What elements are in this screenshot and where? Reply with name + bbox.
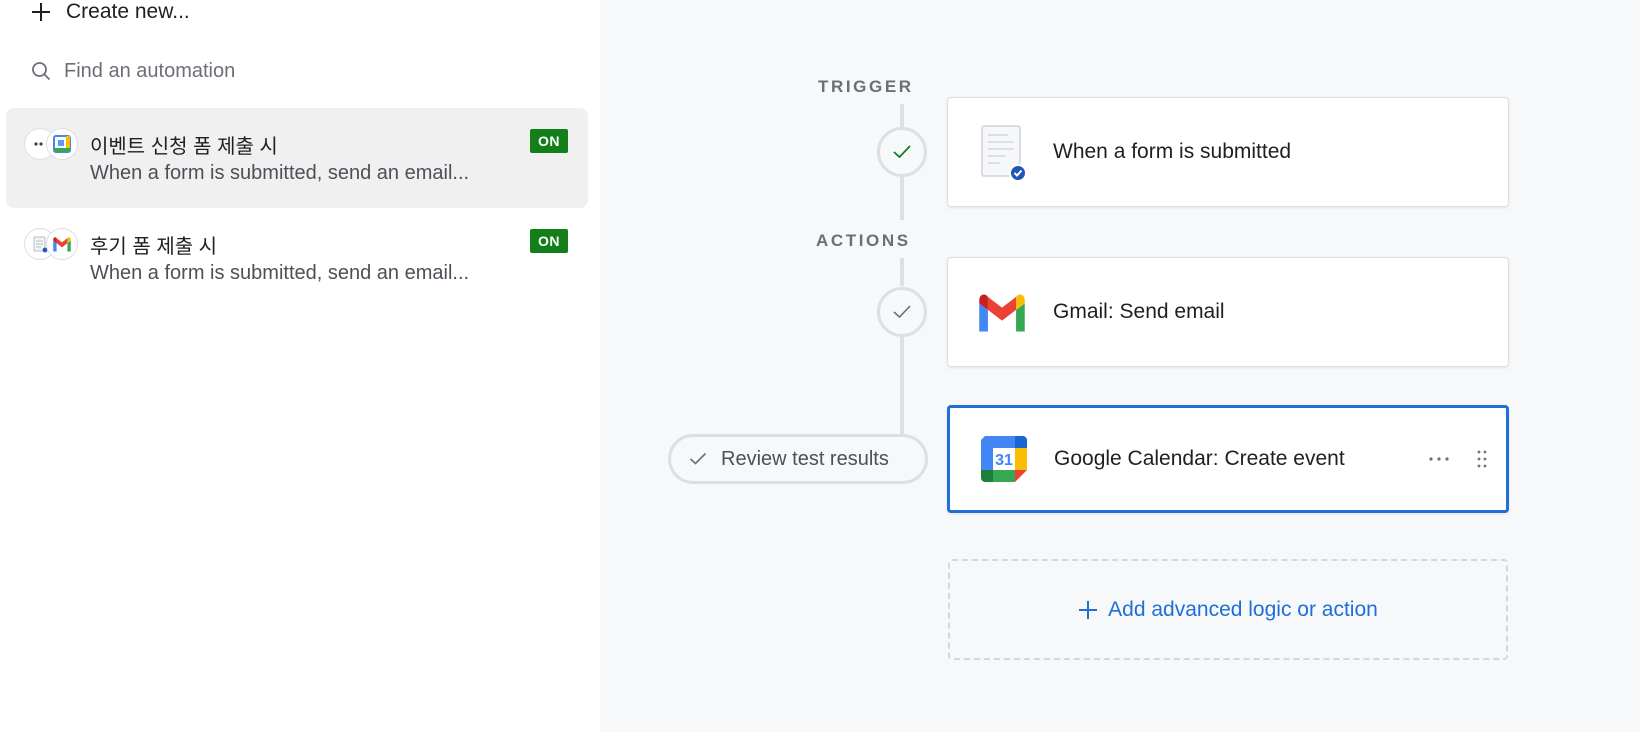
create-new-label: Create new... [66, 0, 190, 23]
automation-icon-stack [24, 228, 80, 262]
search-icon [32, 62, 51, 81]
calendar-day-text: 31 [995, 452, 1013, 469]
automation-list-item[interactable]: 이벤트 신청 폼 제출 시 When a form is submitted, … [6, 108, 588, 208]
drag-handle-icon[interactable] [1476, 449, 1488, 469]
trigger-title: When a form is submitted [1053, 140, 1292, 163]
create-new-button[interactable]: Create new... [30, 0, 190, 26]
flow-connector [900, 104, 904, 128]
gmail-icon [974, 284, 1030, 340]
action-title: Google Calendar: Create event [1054, 447, 1345, 470]
flow-connector [900, 176, 904, 220]
automation-title: 후기 폼 제출 시 [90, 236, 218, 258]
check-icon [893, 305, 911, 319]
add-action-button[interactable]: Add advanced logic or action [948, 559, 1508, 660]
automation-description: When a form is submitted, send an email.… [90, 262, 470, 284]
action-status-indicator [877, 287, 927, 337]
flow-connector [900, 336, 904, 436]
add-action-label: Add advanced logic or action [1108, 597, 1378, 621]
action-title: Gmail: Send email [1053, 300, 1225, 323]
trigger-card[interactable]: When a form is submitted [947, 97, 1509, 207]
google-calendar-icon: 31 [976, 431, 1032, 487]
automation-title: 이벤트 신청 폼 제출 시 [90, 136, 278, 158]
review-test-results-label: Review test results [721, 447, 889, 470]
action-card-google-calendar[interactable]: 31 Google Calendar: Create event [947, 405, 1509, 513]
trigger-status-indicator [877, 127, 927, 177]
flow-connector [900, 258, 904, 286]
status-badge: ON [530, 129, 568, 153]
search-input[interactable] [64, 59, 544, 83]
plus-icon [32, 3, 50, 21]
action-card-gmail[interactable]: Gmail: Send email [947, 257, 1509, 367]
automation-sidebar: Create new... Find an automation 이벤트 신청 … [0, 0, 600, 732]
more-options-icon[interactable] [1428, 455, 1450, 463]
automation-canvas: TRIGGER ACTIONS When a form is submitted [600, 0, 1640, 732]
trigger-section-label: TRIGGER [818, 77, 914, 96]
plus-icon [1079, 600, 1098, 619]
automation-icon-stack [24, 128, 80, 162]
automation-list-item[interactable]: 후기 폼 제출 시 When a form is submitted, send… [6, 208, 588, 308]
automation-search [30, 56, 570, 86]
review-test-results-button[interactable]: Review test results [668, 434, 928, 484]
status-badge: ON [530, 229, 568, 253]
gmail-icon [46, 228, 78, 260]
form-check-icon [974, 124, 1030, 181]
check-icon [689, 452, 707, 465]
google-calendar-icon [46, 128, 78, 160]
automation-description: When a form is submitted, send an email.… [90, 162, 470, 184]
check-icon [893, 145, 911, 159]
actions-section-label: ACTIONS [816, 231, 911, 250]
